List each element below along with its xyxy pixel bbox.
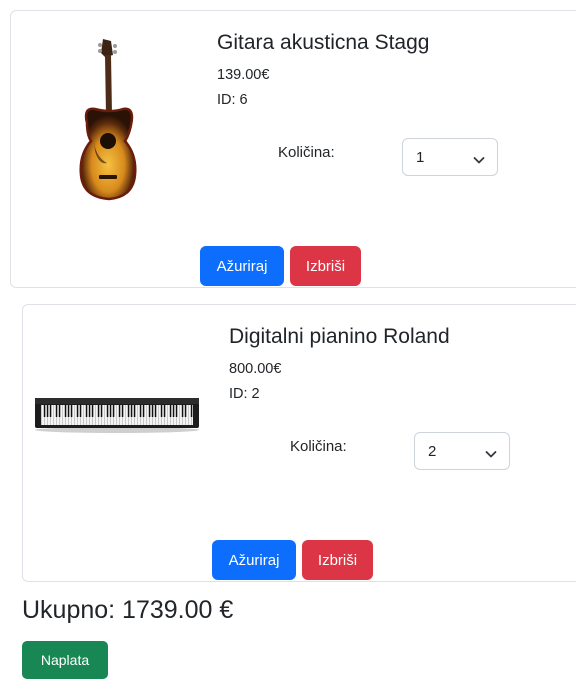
quantity-label: Količina: [278,144,335,161]
product-name: Digitalni pianino Roland [229,325,450,348]
quantity-select[interactable]: 1 [402,138,498,176]
product-image-piano [33,394,201,439]
quantity-select[interactable]: 2 [414,432,510,470]
chevron-down-icon [473,152,485,170]
quantity-value: 2 [428,443,437,460]
product-id: ID: 2 [229,386,260,402]
cart-total: Ukupno: 1739.00 € [22,596,234,624]
update-button[interactable]: Ažuriraj [200,246,284,286]
product-name: Gitara akusticna Stagg [217,31,430,54]
update-button[interactable]: Ažuriraj [212,540,296,580]
chevron-down-icon [485,446,497,464]
product-price: 800.00€ [229,361,282,377]
checkout-button[interactable]: Naplata [22,641,108,679]
product-id: ID: 6 [217,92,248,108]
delete-button[interactable]: Izbriši [302,540,373,580]
delete-button[interactable]: Izbriši [290,246,361,286]
quantity-label: Količina: [290,438,347,455]
product-price: 139.00€ [217,67,270,83]
cart-item-card: Gitara akusticna Stagg 139.00€ ID: 6 Kol… [10,10,576,288]
cart-item-card: Digitalni pianino Roland 800.00€ ID: 2 K… [22,304,576,582]
quantity-value: 1 [416,149,425,166]
product-image-guitar [73,37,143,207]
